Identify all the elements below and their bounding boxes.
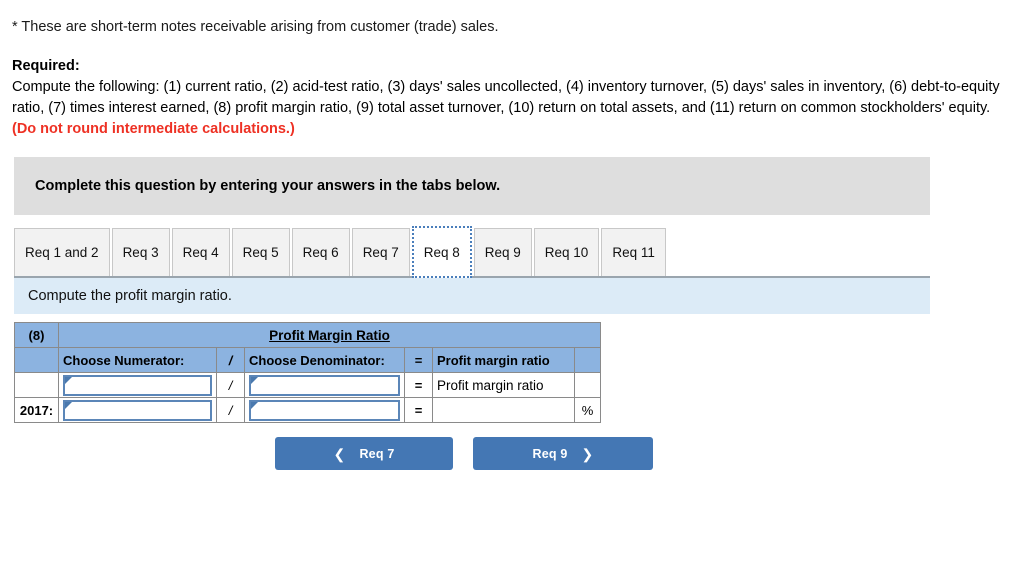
tab-label: Req 5 <box>242 245 279 260</box>
result-cell-2017[interactable] <box>432 397 575 423</box>
table-title-row: (8) Profit Margin Ratio <box>14 322 601 348</box>
sub-instruction-text: Compute the profit margin ratio. <box>28 288 232 304</box>
rounding-note: (Do not round intermediate calculations.… <box>12 120 295 137</box>
tab-label: Req 10 <box>544 245 589 260</box>
row-slash: / <box>216 397 245 423</box>
result-cell: Profit margin ratio <box>432 372 575 398</box>
intro-section: * These are short-term notes receivable … <box>0 0 1024 140</box>
tab-label: Req 7 <box>362 245 399 260</box>
tab-label: Req 11 <box>612 245 655 260</box>
denominator-dropdown-2017[interactable] <box>249 399 400 421</box>
complete-question-banner: Complete this question by entering your … <box>14 157 930 215</box>
dropdown-marker-icon <box>65 401 72 409</box>
sub-instruction-bar: Compute the profit margin ratio. <box>14 276 930 314</box>
row-label <box>14 372 59 398</box>
table-row: / = Profit margin ratio <box>14 372 601 398</box>
row-label-2017: 2017: <box>14 397 59 423</box>
required-section: Required: Compute the following: (1) cur… <box>12 56 1012 140</box>
tab-req-9[interactable]: Req 9 <box>473 228 532 276</box>
tab-req-11[interactable]: Req 11 <box>601 228 666 276</box>
dropdown-marker-icon <box>65 376 72 384</box>
tab-req-7[interactable]: Req 7 <box>351 228 410 276</box>
req-number-cell: (8) <box>14 322 59 348</box>
navigation-buttons: ❮ Req 7 Req 9 ❯ <box>275 437 653 470</box>
header-denominator: Choose Denominator: <box>244 347 405 373</box>
percent-cell <box>574 372 601 398</box>
tab-req-3[interactable]: Req 3 <box>111 228 170 276</box>
header-blank-cell <box>14 347 59 373</box>
required-body: Compute the following: (1) current ratio… <box>12 77 1012 140</box>
tab-label: Req 4 <box>182 245 219 260</box>
row-slash: / <box>216 372 245 398</box>
tab-label: Req 8 <box>423 244 460 260</box>
numerator-cell <box>58 372 217 398</box>
numerator-dropdown-2017[interactable] <box>63 399 212 421</box>
header-numerator: Choose Numerator: <box>58 347 217 373</box>
prev-req-label: Req 7 <box>359 446 395 461</box>
tab-label: Req 9 <box>484 245 521 260</box>
tab-req-5[interactable]: Req 5 <box>231 228 290 276</box>
header-result: Profit margin ratio <box>432 347 575 373</box>
tab-req-4[interactable]: Req 4 <box>171 228 230 276</box>
table-title-cell: Profit Margin Ratio <box>58 322 601 348</box>
required-body-text: Compute the following: (1) current ratio… <box>12 78 1000 116</box>
chevron-right-icon: ❯ <box>581 445 594 462</box>
tab-req-1-and-2[interactable]: Req 1 and 2 <box>14 228 110 276</box>
prev-req-button[interactable]: ❮ Req 7 <box>275 437 453 470</box>
tab-label: Req 6 <box>302 245 339 260</box>
profit-margin-ratio-table: (8) Profit Margin Ratio Choose Numerator… <box>14 322 601 423</box>
complete-question-text: Complete this question by entering your … <box>35 178 501 194</box>
header-percent <box>574 347 601 373</box>
denominator-cell <box>244 372 405 398</box>
next-req-label: Req 9 <box>532 446 568 461</box>
dropdown-marker-icon <box>251 401 258 409</box>
denominator-dropdown-1[interactable] <box>249 374 400 396</box>
table-row: 2017: / = % <box>14 397 601 423</box>
required-label: Required: <box>12 57 80 74</box>
header-slash: / <box>216 347 245 373</box>
tab-req-6[interactable]: Req 6 <box>291 228 350 276</box>
numerator-cell <box>58 397 217 423</box>
row-equals: = <box>404 372 433 398</box>
row-equals: = <box>404 397 433 423</box>
header-equals: = <box>404 347 433 373</box>
denominator-cell <box>244 397 405 423</box>
tab-label: Req 3 <box>122 245 159 260</box>
percent-cell-2017: % <box>574 397 601 423</box>
numerator-dropdown-1[interactable] <box>63 374 212 396</box>
next-req-button[interactable]: Req 9 ❯ <box>473 437 653 470</box>
requirement-tabs: Req 1 and 2 Req 3 Req 4 Req 5 Req 6 Req … <box>14 226 668 278</box>
tab-req-8[interactable]: Req 8 <box>411 226 472 278</box>
dropdown-marker-icon <box>251 376 258 384</box>
chevron-left-icon: ❮ <box>333 445 346 462</box>
footnote-text: * These are short-term notes receivable … <box>12 19 499 35</box>
table-header-row: Choose Numerator: / Choose Denominator: … <box>14 347 601 373</box>
tab-label: Req 1 and 2 <box>25 245 99 260</box>
tab-req-10[interactable]: Req 10 <box>533 228 600 276</box>
